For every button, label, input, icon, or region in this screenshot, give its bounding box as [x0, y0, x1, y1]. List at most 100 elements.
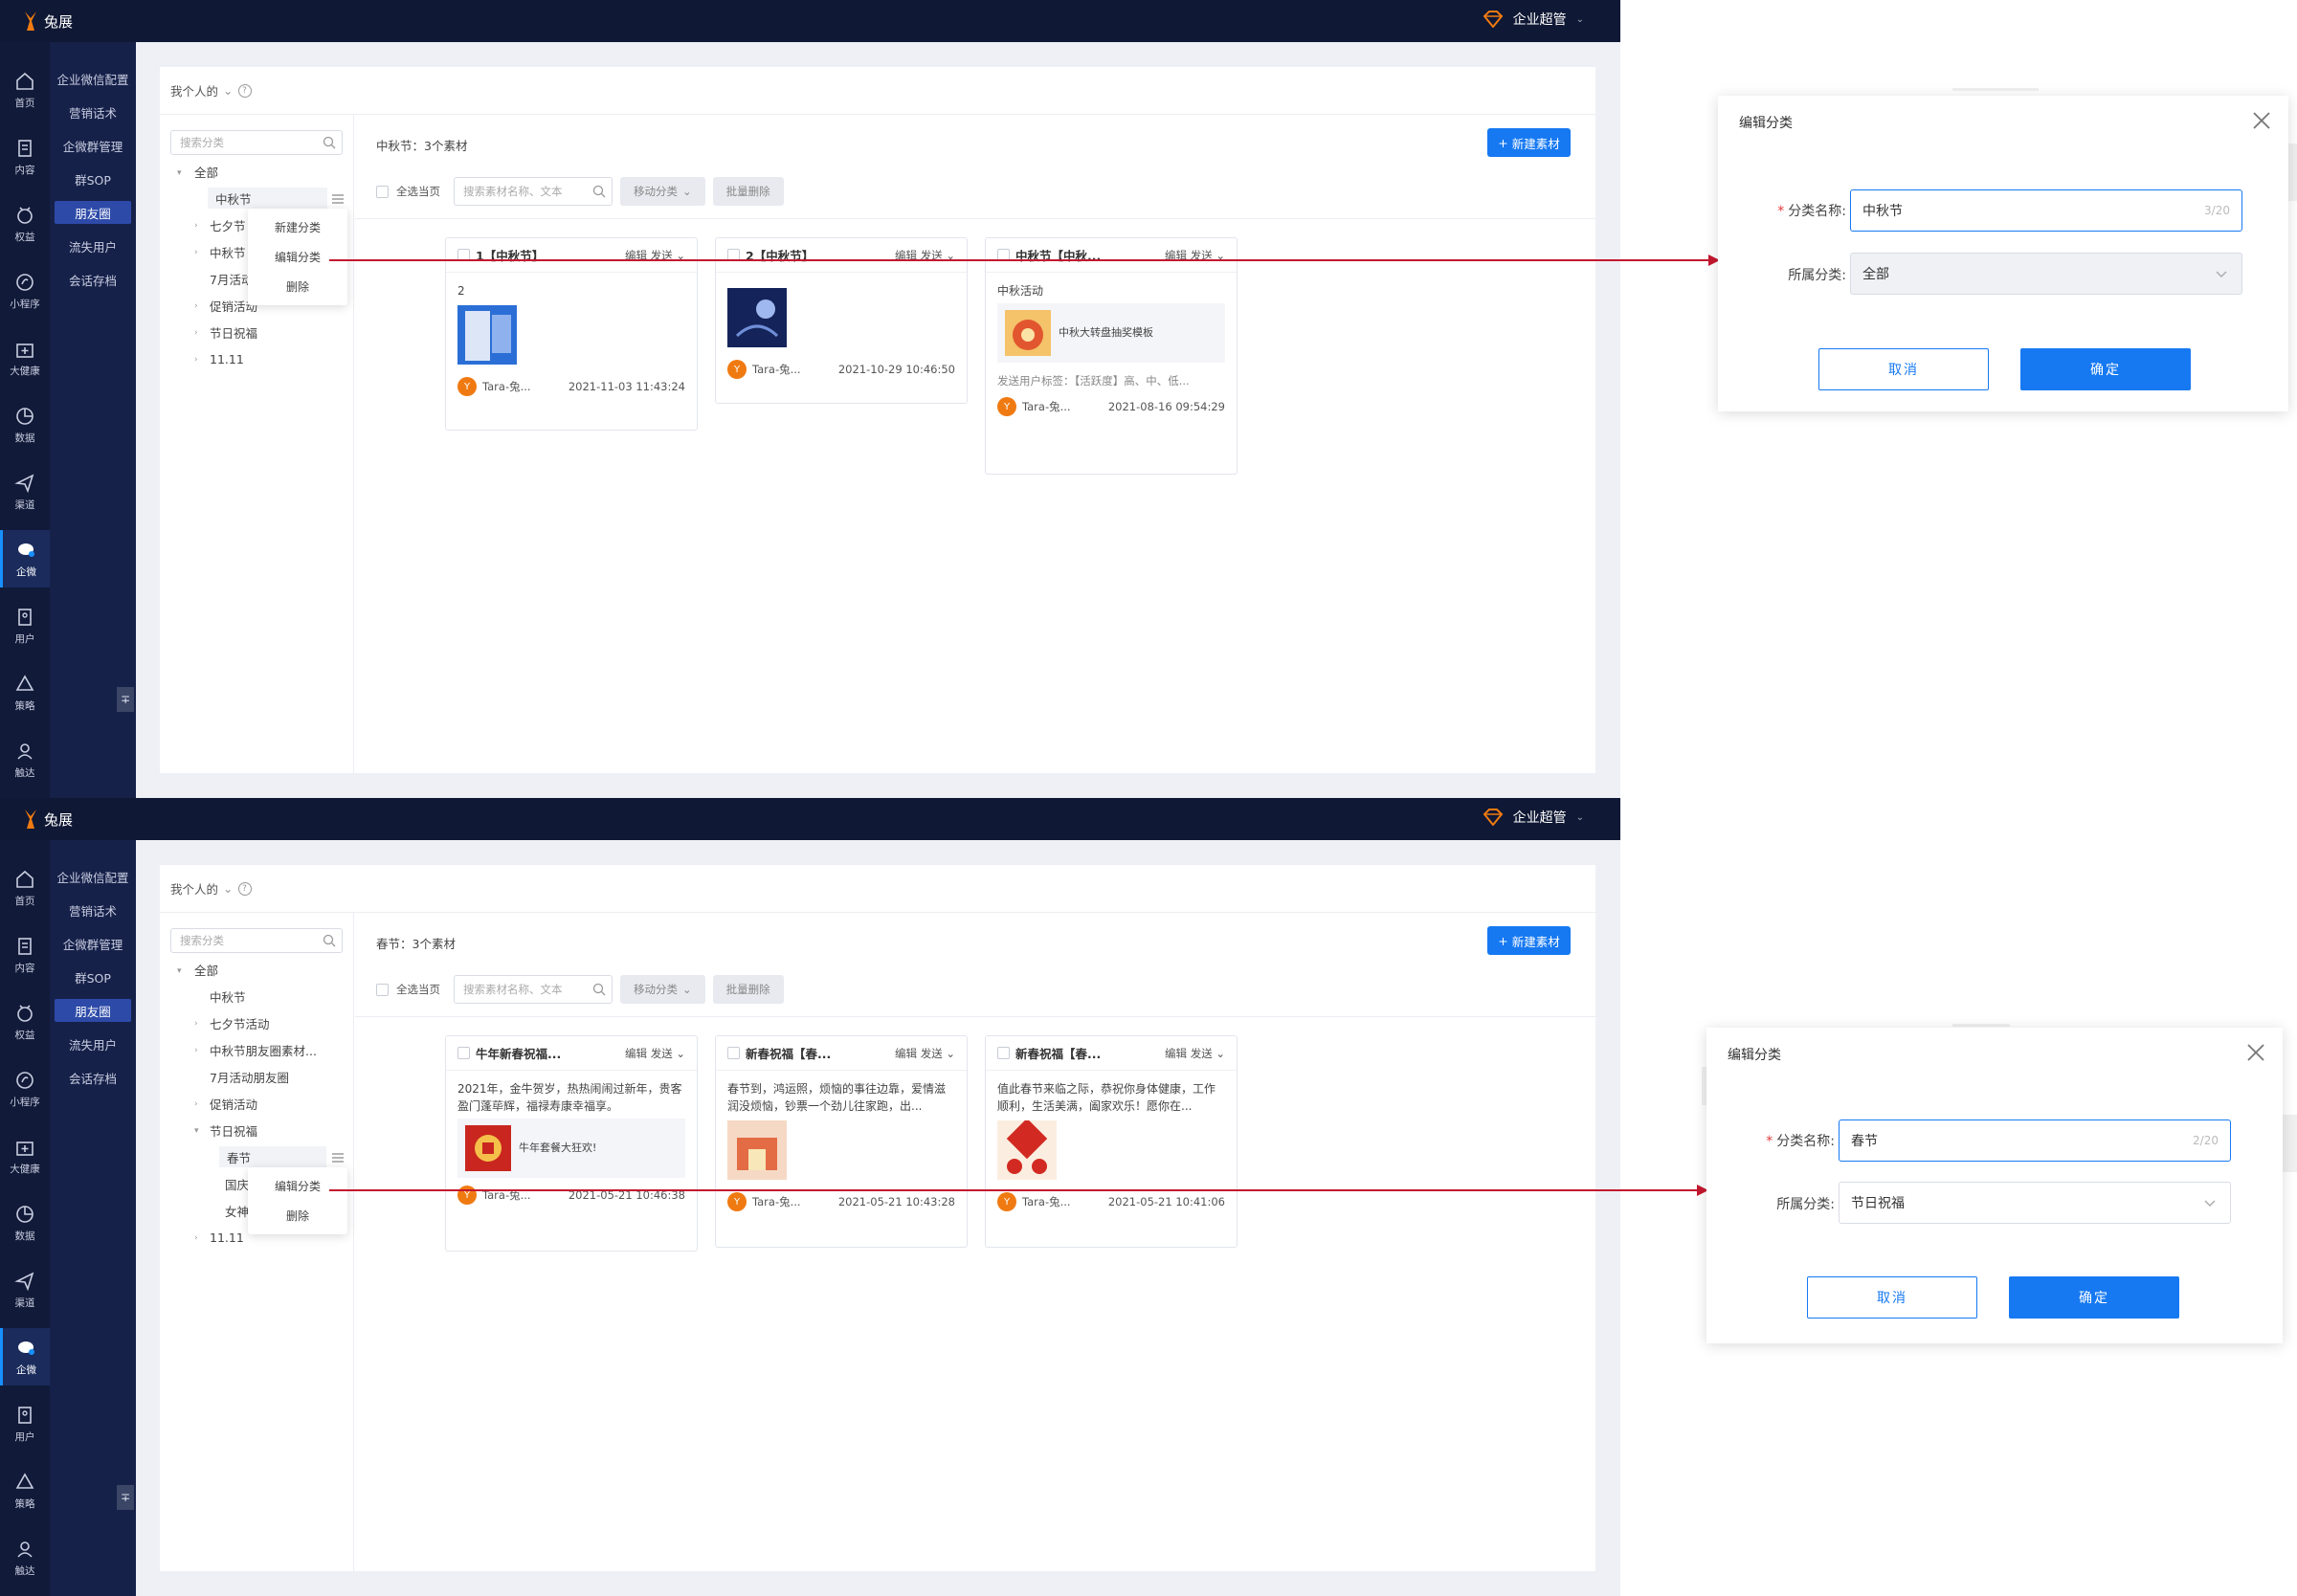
send-link[interactable]: 发送	[921, 1047, 943, 1060]
rail-item-content[interactable]: 内容	[0, 926, 50, 984]
tree-node-selected[interactable]: 中秋节	[208, 188, 327, 209]
card-checkbox[interactable]	[997, 1047, 1010, 1059]
tree-node[interactable]: 11.11	[210, 348, 244, 369]
user-menu[interactable]: 企业超管 ⌄	[1483, 808, 1584, 827]
edit-link[interactable]: 编辑	[625, 1047, 647, 1060]
edit-link[interactable]: 编辑	[895, 1047, 917, 1060]
scope-selector[interactable]: 我个人的 ⌄ ?	[160, 67, 1595, 115]
material-card[interactable]: 1【中秋节】 编辑 发送 ⌄ 2 Y Tara-兔... 2021-11-03 …	[445, 237, 698, 431]
caret-right-icon[interactable]: ›	[194, 248, 198, 257]
subnav-item-lost-users[interactable]: 流失用户	[55, 1032, 131, 1055]
move-category-button[interactable]: 移动分类 ⌄	[620, 975, 705, 1004]
tree-node[interactable]: 7月活动	[210, 268, 252, 289]
edit-link[interactable]: 编辑	[1165, 1047, 1187, 1060]
rail-item-channel[interactable]: 渠道	[0, 463, 50, 521]
rail-item-data[interactable]: 数据	[0, 1194, 50, 1252]
rail-item-miniapp[interactable]: 小程序	[0, 1060, 50, 1118]
link-preview[interactable]: 牛年套餐大狂欢!	[457, 1119, 685, 1178]
tree-node-selected[interactable]: 春节	[219, 1146, 326, 1167]
category-search-input[interactable]: 搜索分类	[170, 130, 343, 155]
confirm-button[interactable]: 确定	[2009, 1276, 2179, 1319]
move-category-button[interactable]: 移动分类 ⌄	[620, 177, 705, 206]
card-checkbox[interactable]	[727, 1047, 740, 1059]
rail-item-home[interactable]: 首页	[0, 61, 50, 119]
caret-down-icon[interactable]: ▾	[177, 168, 182, 178]
caret-right-icon[interactable]: ›	[194, 328, 198, 338]
subnav-item-scripts[interactable]: 营销话术	[55, 898, 131, 921]
rail-item-wecom[interactable]: 企微	[0, 530, 50, 587]
rail-item-data[interactable]: 数据	[0, 396, 50, 454]
tree-node[interactable]: 女神	[225, 1200, 250, 1221]
tree-node[interactable]: 中秋节	[210, 986, 246, 1007]
menu-icon[interactable]	[332, 1153, 344, 1163]
rail-item-users[interactable]: 用户	[0, 1395, 50, 1452]
link-preview[interactable]: 中秋大转盘抽奖模板	[997, 303, 1225, 363]
caret-down-icon[interactable]: ▾	[177, 966, 182, 976]
subnav-item-group-sop[interactable]: 群SOP	[55, 167, 131, 190]
rail-item-strategy[interactable]: 策略	[0, 1462, 50, 1519]
close-icon[interactable]	[2244, 1041, 2267, 1064]
menu-icon[interactable]	[332, 194, 344, 204]
select-all-checkbox[interactable]	[376, 983, 389, 996]
subnav-item-moments[interactable]: 朋友圈	[55, 999, 131, 1022]
rail-item-users[interactable]: 用户	[0, 597, 50, 654]
caret-right-icon[interactable]: ›	[194, 301, 198, 311]
material-search-input[interactable]: 搜索素材名称、文本	[454, 177, 613, 206]
tree-node[interactable]: 促销活动	[210, 1093, 257, 1114]
logo[interactable]: 兔展	[21, 807, 73, 831]
subnav-item-group-mgmt[interactable]: 企微群管理	[55, 932, 131, 955]
subnav-item-lost-users[interactable]: 流失用户	[55, 234, 131, 257]
tree-node[interactable]: 中秋节	[210, 241, 252, 262]
menu-item-delete[interactable]: 删除	[248, 1201, 347, 1230]
caret-right-icon[interactable]: ›	[194, 1046, 198, 1055]
menu-item-delete[interactable]: 删除	[248, 272, 347, 301]
confirm-button[interactable]: 确定	[2020, 348, 2191, 390]
tree-node[interactable]: 11.11	[210, 1227, 244, 1248]
subnav-item-wecom-config[interactable]: 企业微信配置	[55, 865, 131, 888]
tree-node[interactable]: 节日祝福	[210, 1119, 257, 1141]
logo[interactable]: 兔展	[21, 9, 73, 33]
new-material-button[interactable]: + 新建素材	[1487, 128, 1571, 157]
tree-node[interactable]: 七夕节	[210, 214, 252, 235]
subnav-item-scripts[interactable]: 营销话术	[55, 100, 131, 123]
cancel-button[interactable]: 取消	[1818, 348, 1989, 390]
tree-node[interactable]: 节日祝福	[210, 321, 257, 343]
caret-right-icon[interactable]: ›	[194, 1019, 198, 1029]
user-menu[interactable]: 企业超管 ⌄	[1483, 10, 1584, 29]
collapse-toggle[interactable]: ∓	[117, 687, 134, 712]
cancel-button[interactable]: 取消	[1807, 1276, 1977, 1319]
select-all-checkbox[interactable]	[376, 185, 389, 198]
caret-right-icon[interactable]: ›	[194, 1099, 198, 1109]
tree-node[interactable]: 七夕节活动	[210, 1012, 270, 1033]
rail-item-strategy[interactable]: 策略	[0, 664, 50, 721]
menu-item-edit-category[interactable]: 编辑分类	[248, 242, 347, 272]
material-card[interactable]: 新春祝福【春... 编辑 发送 ⌄ 值此春节来临之际，恭祝你身体健康，工作顺利，…	[985, 1035, 1238, 1248]
rail-item-reach[interactable]: 触达	[0, 1529, 50, 1586]
parent-category-select[interactable]: 全部	[1850, 253, 2242, 295]
collapse-toggle[interactable]: ∓	[117, 1485, 134, 1510]
caret-right-icon[interactable]: ›	[194, 221, 198, 231]
category-name-input[interactable]: 春节 2/20	[1839, 1119, 2231, 1162]
menu-item-edit-category[interactable]: 编辑分类	[248, 1171, 347, 1201]
subnav-item-chat-archive[interactable]: 会话存档	[55, 268, 131, 291]
rail-item-health[interactable]: 大健康	[0, 329, 50, 387]
subnav-item-group-mgmt[interactable]: 企微群管理	[55, 134, 131, 157]
scope-selector[interactable]: 我个人的 ⌄ ?	[160, 865, 1595, 913]
batch-delete-button[interactable]: 批量删除	[712, 177, 784, 206]
rail-item-benefits[interactable]: 权益	[0, 993, 50, 1051]
material-card[interactable]: 新春祝福【春... 编辑 发送 ⌄ 春节到，鸿运照，烦恼的事往边靠，爱情滋润没烦…	[715, 1035, 968, 1248]
material-card[interactable]: 牛年新春祝福... 编辑 发送 ⌄ 2021年，金牛贺岁，热热闹闹过新年，贵客盈…	[445, 1035, 698, 1252]
rail-item-health[interactable]: 大健康	[0, 1127, 50, 1185]
rail-item-reach[interactable]: 触达	[0, 731, 50, 788]
subnav-item-wecom-config[interactable]: 企业微信配置	[55, 67, 131, 90]
card-checkbox[interactable]	[457, 1047, 470, 1059]
subnav-item-chat-archive[interactable]: 会话存档	[55, 1066, 131, 1089]
material-card[interactable]: 2【中秋节】 编辑 发送 ⌄ Y Tara-兔... 2021-10-29 10…	[715, 237, 968, 404]
tree-node[interactable]: 中秋节朋友圈素材...	[210, 1039, 317, 1060]
rail-item-home[interactable]: 首页	[0, 859, 50, 917]
subnav-item-group-sop[interactable]: 群SOP	[55, 965, 131, 988]
tree-node[interactable]: 7月活动朋友圈	[210, 1066, 289, 1087]
material-card[interactable]: 中秋节【中秋... 编辑 发送 ⌄ 中秋活动 中秋大转盘抽奖模板 发送用户标签：…	[985, 237, 1238, 475]
tree-node-all[interactable]: 全部	[194, 959, 218, 980]
caret-down-icon[interactable]: ▾	[194, 1126, 199, 1136]
